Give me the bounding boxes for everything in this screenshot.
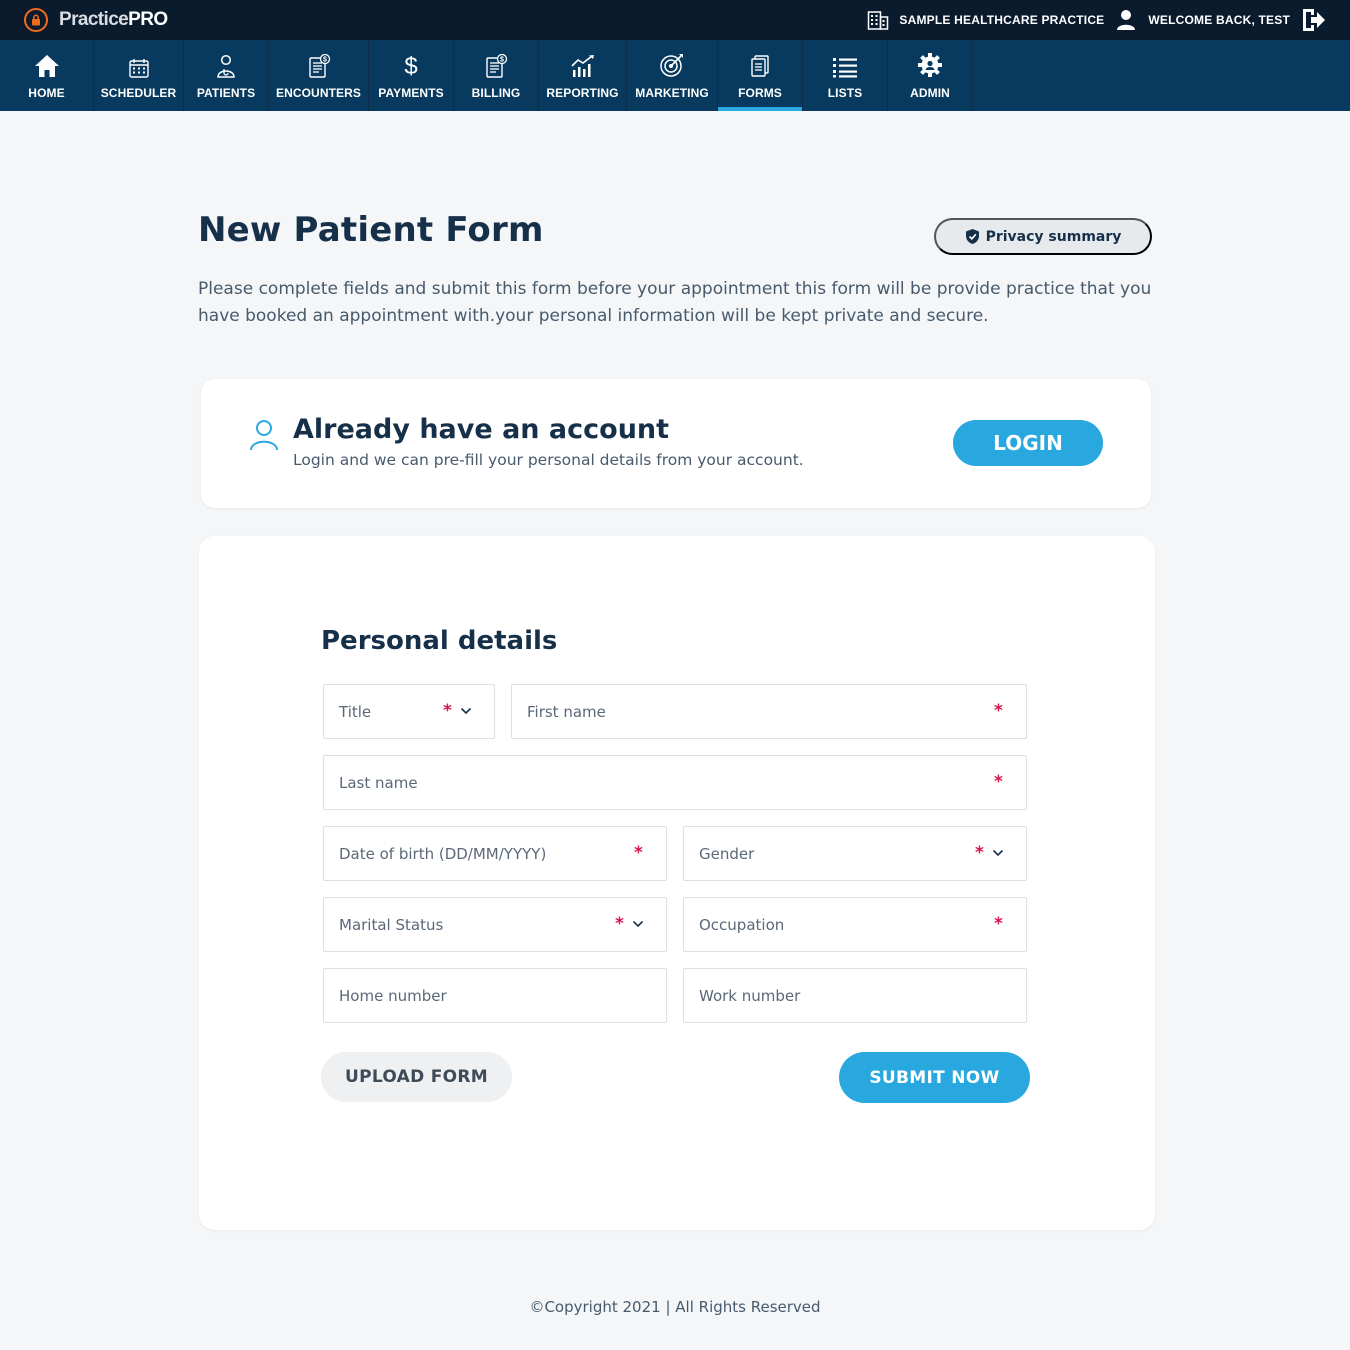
home-number-input[interactable]: Home number <box>323 968 667 1023</box>
required-mark: * <box>994 914 1003 934</box>
practice-name[interactable]: SAMPLE HEALTHCARE PRACTICE <box>899 13 1104 27</box>
shield-check-icon <box>965 228 980 245</box>
login-button[interactable]: LOGIN <box>953 420 1103 466</box>
chevron-down-icon <box>992 849 1004 857</box>
account-title: Already have an account <box>293 414 670 445</box>
chevron-down-icon <box>632 920 644 928</box>
required-mark: * <box>975 843 984 863</box>
nav-item-forms[interactable]: FORMS <box>718 40 803 111</box>
top-right-area: SAMPLE HEALTHCARE PRACTICE WELCOME BACK,… <box>867 0 1326 40</box>
user-icon[interactable] <box>1116 9 1136 31</box>
marital-status-select[interactable]: Marital Status * <box>323 897 667 952</box>
required-mark: * <box>615 914 624 934</box>
nav-item-lists[interactable]: LISTS <box>803 40 888 111</box>
nav-item-admin[interactable]: ADMIN <box>888 40 973 111</box>
building-icon <box>867 10 889 30</box>
user-outline-icon <box>249 419 279 451</box>
svg-text:$: $ <box>404 53 417 78</box>
doctor-icon <box>216 48 236 78</box>
top-bar: PracticePRO SAMPLE HEALTHCARE PRACTICE W… <box>0 0 1350 40</box>
welcome-text: WELCOME BACK, TEST <box>1148 13 1290 27</box>
account-card: Already have an account Login and we can… <box>201 379 1151 508</box>
section-title: Personal details <box>321 626 558 656</box>
home-icon <box>34 48 60 78</box>
calendar-icon <box>128 48 149 78</box>
nav-item-billing[interactable]: $ BILLING <box>454 40 539 111</box>
required-mark: * <box>994 772 1003 792</box>
title-select[interactable]: Title * <box>323 684 495 739</box>
practicepro-logo[interactable]: PracticePRO <box>24 8 168 32</box>
required-mark: * <box>994 701 1003 721</box>
date-of-birth-input[interactable]: Date of birth (DD/MM/YYYY) * <box>323 826 667 881</box>
nav-item-payments[interactable]: $ PAYMENTS <box>369 40 454 111</box>
forms-icon <box>749 48 771 78</box>
footer-copyright: ©Copyright 2021 | All Rights Reserved <box>529 1298 821 1316</box>
nav-item-home[interactable]: HOME <box>0 40 94 111</box>
nav-item-encounters[interactable]: $ ENCOUNTERS <box>269 40 369 111</box>
list-icon <box>832 48 858 78</box>
privacy-summary-label: Privacy summary <box>985 228 1122 245</box>
encounter-doc-icon: $ <box>307 48 331 78</box>
nav-item-scheduler[interactable]: SCHEDULER <box>94 40 184 111</box>
occupation-input[interactable]: Occupation * <box>683 897 1027 952</box>
target-icon <box>659 48 685 78</box>
first-name-input[interactable]: First name * <box>511 684 1027 739</box>
brand-name: PracticePRO <box>59 9 168 30</box>
last-name-input[interactable]: Last name * <box>323 755 1027 810</box>
bar-chart-icon <box>570 48 596 78</box>
privacy-summary-button[interactable]: Privacy summary <box>934 218 1152 255</box>
dollar-icon: $ <box>402 48 420 78</box>
required-mark: * <box>634 843 643 863</box>
chevron-down-icon <box>460 707 472 715</box>
nav-item-marketing[interactable]: MARKETING <box>627 40 718 111</box>
upload-form-button[interactable]: UPLOAD FORM <box>321 1052 512 1102</box>
gender-select[interactable]: Gender * <box>683 826 1027 881</box>
gear-icon <box>917 48 943 78</box>
lock-icon <box>24 8 48 32</box>
main-nav: HOME SCHEDULER PATIENTS $ ENCOUNTERS $ P… <box>0 40 1350 111</box>
svg-text:$: $ <box>323 57 327 64</box>
nav-item-patients[interactable]: PATIENTS <box>184 40 269 111</box>
account-subtitle: Login and we can pre-fill your personal … <box>293 451 804 469</box>
svg-text:$: $ <box>500 57 504 64</box>
nav-item-reporting[interactable]: REPORTING <box>539 40 627 111</box>
work-number-input[interactable]: Work number <box>683 968 1027 1023</box>
logout-icon[interactable] <box>1300 7 1326 33</box>
intro-text: Please complete fields and submit this f… <box>198 279 1152 326</box>
personal-details-card: Personal details Title * First name * La… <box>199 536 1155 1230</box>
required-mark: * <box>443 701 452 721</box>
submit-now-button[interactable]: SUBMIT NOW <box>839 1052 1030 1103</box>
billing-doc-icon: $ <box>484 48 508 78</box>
page-title: New Patient Form <box>198 210 544 250</box>
